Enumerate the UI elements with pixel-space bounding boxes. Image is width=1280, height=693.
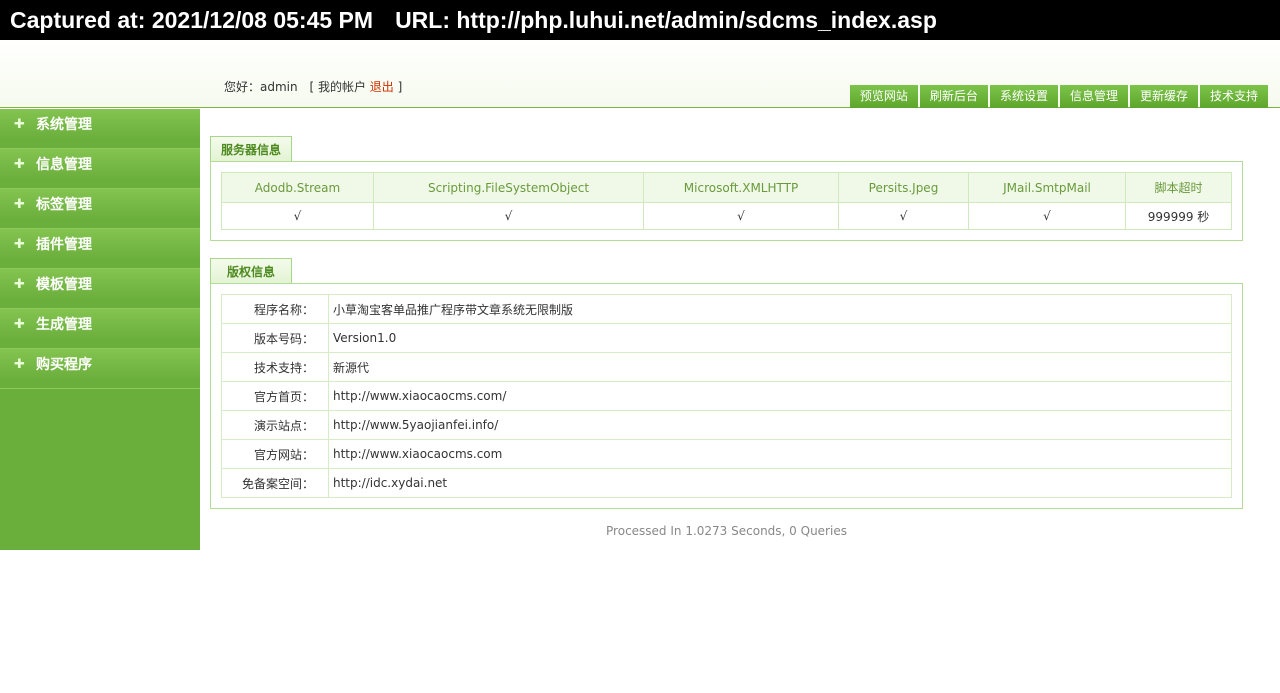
table-row: 版本号码： Version1.0	[221, 323, 1232, 353]
sidebar-item-system[interactable]: ✚ 系统管理	[0, 109, 200, 149]
cell-value: √	[838, 202, 969, 230]
cell-value: √	[373, 202, 644, 230]
row-key: 技术支持：	[221, 352, 329, 382]
sidebar: ✚ 系统管理 ✚ 信息管理 ✚ 标签管理 ✚ 插件管理 ✚ 模板管理 ✚ 生成管理 ✚ 购买程…	[0, 109, 200, 550]
capture-url: URL: http://php.luhui.net/admin/sdcms_in…	[395, 7, 937, 33]
sidebar-item-label: 生成管理	[36, 316, 92, 333]
sidebar-item-label: 购买程序	[36, 356, 92, 373]
official-site-link[interactable]: http://www.xiaocaocms.com	[328, 439, 1232, 469]
logout-link[interactable]: 退出	[370, 80, 394, 94]
plus-icon: ✚	[14, 236, 25, 252]
hosting-link[interactable]: http://idc.xydai.net	[328, 468, 1232, 498]
row-key: 演示站点：	[221, 410, 329, 440]
col-adodb: Adodb.Stream	[221, 172, 374, 203]
row-key: 免备案空间：	[221, 468, 329, 498]
sidebar-item-buy[interactable]: ✚ 购买程序	[0, 349, 200, 389]
table-header-row: Adodb.Stream Scripting.FileSystemObject …	[221, 172, 1232, 203]
bracket-close: ]	[397, 80, 403, 94]
header: 您好：admin [ 我的帐户 退出 ] 预览网站 刷新后台 系统设置 信息管理…	[0, 40, 1280, 108]
cell-value: 999999 秒	[1125, 202, 1232, 230]
sidebar-item-info[interactable]: ✚ 信息管理	[0, 149, 200, 189]
plus-icon: ✚	[14, 356, 25, 372]
demo-site-link[interactable]: http://www.5yaojianfei.info/	[328, 410, 1232, 440]
sidebar-item-label: 标签管理	[36, 196, 92, 213]
sidebar-item-plugins[interactable]: ✚ 插件管理	[0, 229, 200, 269]
refresh-admin-button[interactable]: 刷新后台	[919, 85, 988, 108]
table-row: 演示站点： http://www.5yaojianfei.info/	[221, 410, 1232, 440]
server-info-table: Adodb.Stream Scripting.FileSystemObject …	[221, 172, 1232, 230]
row-value: 小草淘宝客单品推广程序带文章系统无限制版	[328, 294, 1232, 324]
sidebar-item-label: 模板管理	[36, 276, 92, 293]
col-xmlhttp: Microsoft.XMLHTTP	[643, 172, 839, 203]
copyright-box: 程序名称： 小草淘宝客单品推广程序带文章系统无限制版 版本号码： Version1.…	[210, 283, 1243, 509]
system-settings-button[interactable]: 系统设置	[989, 85, 1058, 108]
my-account-link[interactable]: 我的帐户	[318, 80, 366, 94]
row-key: 程序名称：	[221, 294, 329, 324]
sidebar-item-label: 插件管理	[36, 236, 92, 253]
tech-support-button[interactable]: 技术支持	[1199, 85, 1268, 108]
sidebar-item-generate[interactable]: ✚ 生成管理	[0, 309, 200, 349]
row-value: Version1.0	[328, 323, 1232, 353]
plus-icon: ✚	[14, 116, 25, 132]
plus-icon: ✚	[14, 316, 25, 332]
sidebar-item-tags[interactable]: ✚ 标签管理	[0, 189, 200, 229]
plus-icon: ✚	[14, 276, 25, 292]
plus-icon: ✚	[14, 196, 25, 212]
col-jpeg: Persits.Jpeg	[838, 172, 969, 203]
update-cache-button[interactable]: 更新缓存	[1129, 85, 1198, 108]
top-nav: 预览网站 刷新后台 系统设置 信息管理 更新缓存 技术支持	[848, 85, 1268, 108]
plus-icon: ✚	[14, 156, 25, 172]
greeting-text: 您好：admin	[224, 80, 298, 94]
preview-site-button[interactable]: 预览网站	[849, 85, 918, 108]
info-manage-button[interactable]: 信息管理	[1059, 85, 1128, 108]
row-key: 官方网站：	[221, 439, 329, 469]
cell-value: √	[643, 202, 839, 230]
row-value: 新源代	[328, 352, 1232, 382]
cell-value: √	[968, 202, 1126, 230]
user-greeting: 您好：admin [ 我的帐户 退出 ]	[224, 78, 402, 95]
copyright-table: 程序名称： 小草淘宝客单品推广程序带文章系统无限制版 版本号码： Version1.…	[221, 294, 1232, 498]
capture-time: Captured at: 2021/12/08 05:45 PM	[10, 7, 374, 33]
row-key: 官方首页：	[221, 381, 329, 411]
footer-stats: Processed In 1.0273 Seconds, 0 Queries	[606, 524, 847, 538]
sidebar-item-label: 系统管理	[36, 116, 92, 133]
table-row: 程序名称： 小草淘宝客单品推广程序带文章系统无限制版	[221, 294, 1232, 324]
capture-bar: Captured at: 2021/12/08 05:45 PM URL: htt…	[0, 0, 1280, 40]
official-home-link[interactable]: http://www.xiaocaocms.com/	[328, 381, 1232, 411]
table-row: 官方网站： http://www.xiaocaocms.com	[221, 439, 1232, 469]
table-row: 官方首页： http://www.xiaocaocms.com/	[221, 381, 1232, 411]
col-jmail: JMail.SmtpMail	[968, 172, 1126, 203]
col-fso: Scripting.FileSystemObject	[373, 172, 644, 203]
table-row: 技术支持： 新源代	[221, 352, 1232, 382]
server-info-tab: 服务器信息	[210, 136, 293, 162]
table-row: √ √ √ √ √ 999999 秒	[221, 202, 1232, 230]
col-timeout: 脚本超时	[1125, 172, 1232, 203]
sidebar-item-templates[interactable]: ✚ 模板管理	[0, 269, 200, 309]
copyright-tab: 版权信息	[210, 258, 293, 284]
server-info-box: Adodb.Stream Scripting.FileSystemObject …	[210, 161, 1243, 241]
row-key: 版本号码：	[221, 323, 329, 353]
sidebar-item-label: 信息管理	[36, 156, 92, 173]
cell-value: √	[221, 202, 374, 230]
table-row: 免备案空间： http://idc.xydai.net	[221, 468, 1232, 498]
bracket-open: [	[309, 80, 315, 94]
